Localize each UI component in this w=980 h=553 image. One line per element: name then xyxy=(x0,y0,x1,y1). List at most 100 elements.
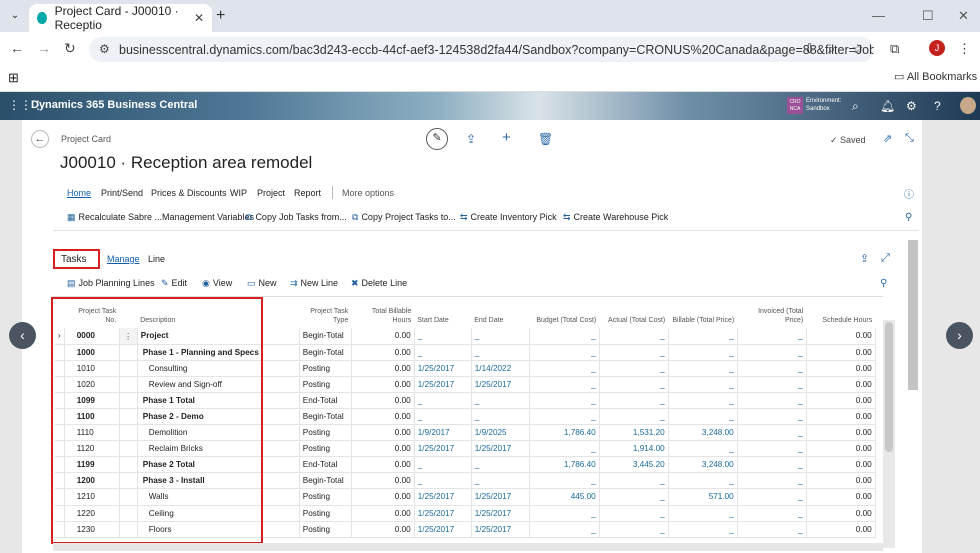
budget-cost[interactable]: _ xyxy=(529,505,600,522)
task-no[interactable]: 1020 xyxy=(64,376,120,393)
schedule-hours[interactable]: 0.00 xyxy=(806,360,876,377)
actual-cost[interactable]: _ xyxy=(599,360,669,377)
billable-hours[interactable]: 0.00 xyxy=(351,521,415,538)
table-row[interactable]: 1020 Review and Sign-off Posting 0.00 1/25/2… xyxy=(55,376,876,393)
address-bar[interactable]: ⚙ businesscentral.dynamics.com/bac3d243-… xyxy=(89,37,874,62)
menu-prices-discounts[interactable]: Prices & Discounts xyxy=(151,188,227,198)
task-type[interactable]: Posting xyxy=(299,360,352,377)
prev-record-icon[interactable]: ‹ xyxy=(9,322,36,349)
schedule-hours[interactable]: 0.00 xyxy=(806,376,876,393)
description[interactable]: Ceiling xyxy=(137,505,300,522)
menu-report[interactable]: Report xyxy=(294,188,321,198)
bookmark-star-icon[interactable]: ☆ xyxy=(852,41,864,57)
search-icon[interactable]: ⌕ xyxy=(852,99,859,114)
forward-icon[interactable]: → xyxy=(37,40,51,56)
actual-cost[interactable]: _ xyxy=(599,488,669,506)
table-row[interactable]: 1230 Floors Posting 0.00 1/25/2017 1/25/2017 _… xyxy=(55,521,876,538)
zoom-icon[interactable]: ⌕ xyxy=(828,41,835,57)
actual-cost[interactable]: _ xyxy=(599,376,669,393)
billable-price[interactable]: 571.00 xyxy=(668,488,738,506)
budget-cost[interactable]: _ xyxy=(529,376,600,393)
start-date[interactable]: 1/25/2017 xyxy=(414,376,472,393)
action-copy-project-tasks-to[interactable]: ⧉ Copy Project Tasks to... xyxy=(352,212,456,223)
invoiced-price[interactable]: _ xyxy=(737,456,807,474)
start-date[interactable]: _ xyxy=(414,328,472,345)
subtab-line[interactable]: Line xyxy=(148,254,165,264)
col-schedule-hours[interactable]: Schedule Hours xyxy=(806,303,875,328)
open-new-window-icon[interactable]: ⇗ xyxy=(883,132,892,145)
invoiced-price[interactable]: _ xyxy=(737,521,807,538)
col-task-type[interactable]: Project Task Type xyxy=(299,303,351,328)
description[interactable]: Review and Sign-off xyxy=(137,376,300,393)
all-bookmarks[interactable]: ▭ All Bookmarks xyxy=(894,70,977,83)
task-no[interactable]: 1000 xyxy=(64,344,120,361)
invoiced-price[interactable]: _ xyxy=(737,424,807,442)
col-billable[interactable]: Billable (Total Price) xyxy=(668,303,737,328)
budget-cost[interactable]: _ xyxy=(529,440,600,458)
end-date[interactable]: 1/9/2025 xyxy=(471,424,530,442)
description[interactable]: Demolition xyxy=(137,424,300,442)
task-no[interactable]: 1200 xyxy=(64,472,120,490)
col-budget[interactable]: Budget (Total Cost) xyxy=(529,303,599,328)
start-date[interactable]: _ xyxy=(414,392,472,409)
start-date[interactable]: 1/25/2017 xyxy=(414,360,472,377)
invoiced-price[interactable]: _ xyxy=(737,360,807,377)
start-date[interactable]: _ xyxy=(414,344,472,361)
action-new[interactable]: ▭ New xyxy=(247,278,277,289)
billable-hours[interactable]: 0.00 xyxy=(351,440,415,458)
menu-project[interactable]: Project xyxy=(257,188,285,198)
apps-grid-icon[interactable]: ⊞ xyxy=(8,70,19,86)
table-row[interactable]: 1210 Walls Posting 0.00 1/25/2017 1/25/2017 44… xyxy=(55,488,876,506)
subtab-manage[interactable]: Manage xyxy=(107,254,140,264)
profile-avatar[interactable]: J xyxy=(929,40,945,56)
billable-price[interactable]: _ xyxy=(668,505,738,522)
billable-hours[interactable]: 0.00 xyxy=(351,488,415,506)
task-type[interactable]: Begin-Total xyxy=(299,344,352,361)
schedule-hours[interactable]: 0.00 xyxy=(806,424,876,442)
table-scroll-thumb[interactable] xyxy=(885,322,893,452)
back-icon[interactable]: ← xyxy=(10,40,24,56)
schedule-hours[interactable]: 0.00 xyxy=(806,472,876,490)
table-row[interactable]: 1110 Demolition Posting 0.00 1/9/2017 1/9/202… xyxy=(55,424,876,442)
col-task-no[interactable]: Project Task No. xyxy=(64,303,119,328)
billable-price[interactable]: _ xyxy=(668,376,738,393)
col-billable-hours[interactable]: Total Billable Hours xyxy=(351,303,414,328)
description[interactable]: Project xyxy=(137,328,300,345)
budget-cost[interactable]: _ xyxy=(529,472,600,490)
budget-cost[interactable]: 1,786.40 xyxy=(529,456,600,474)
help-icon[interactable]: ? xyxy=(934,99,941,113)
invoiced-price[interactable]: _ xyxy=(737,392,807,409)
end-date[interactable]: 1/25/2017 xyxy=(471,488,530,506)
pin-icon[interactable]: ⚲ xyxy=(880,278,887,289)
task-no[interactable]: 1100 xyxy=(64,408,120,426)
task-no[interactable]: 1010 xyxy=(64,360,120,377)
invoiced-price[interactable]: _ xyxy=(737,408,807,426)
table-row[interactable]: 1000 Phase 1 - Planning and Specs Begin-To… xyxy=(55,344,876,361)
task-no[interactable]: 1210 xyxy=(64,488,120,506)
task-no[interactable]: 0000 xyxy=(64,328,120,345)
description[interactable]: Phase 3 - Install xyxy=(137,472,300,490)
table-row[interactable]: 1220 Ceiling Posting 0.00 1/25/2017 1/25/2017… xyxy=(55,505,876,522)
actual-cost[interactable]: _ xyxy=(599,505,669,522)
description[interactable]: Consulting xyxy=(137,360,300,377)
install-app-icon[interactable]: ⇩ xyxy=(804,41,815,57)
billable-price[interactable]: _ xyxy=(668,344,738,361)
reload-icon[interactable]: ↻ xyxy=(64,40,76,57)
end-date[interactable]: _ xyxy=(471,408,530,426)
task-no[interactable]: 1220 xyxy=(64,505,120,522)
actual-cost[interactable]: _ xyxy=(599,521,669,538)
col-description[interactable]: Description xyxy=(137,303,299,328)
browser-tab[interactable]: Project Card - J00010 · Receptio ✕ xyxy=(29,4,212,32)
billable-hours[interactable]: 0.00 xyxy=(351,392,415,409)
maximize-icon[interactable]: ☐ xyxy=(922,8,934,24)
menu-more-options[interactable]: More options xyxy=(342,188,394,198)
billable-hours[interactable]: 0.00 xyxy=(351,472,415,490)
billable-price[interactable]: _ xyxy=(668,392,738,409)
billable-price[interactable]: 3,248.00 xyxy=(668,456,738,474)
budget-cost[interactable]: _ xyxy=(529,344,600,361)
budget-cost[interactable]: _ xyxy=(529,521,600,538)
start-date[interactable]: 1/25/2017 xyxy=(414,440,472,458)
table-scrollbar[interactable] xyxy=(883,320,895,548)
table-row[interactable]: › 0000 ⋮ Project Begin-Total 0.00 _ _ _ _ _ _ 0.00 xyxy=(55,328,876,345)
task-type[interactable]: Posting xyxy=(299,440,352,458)
